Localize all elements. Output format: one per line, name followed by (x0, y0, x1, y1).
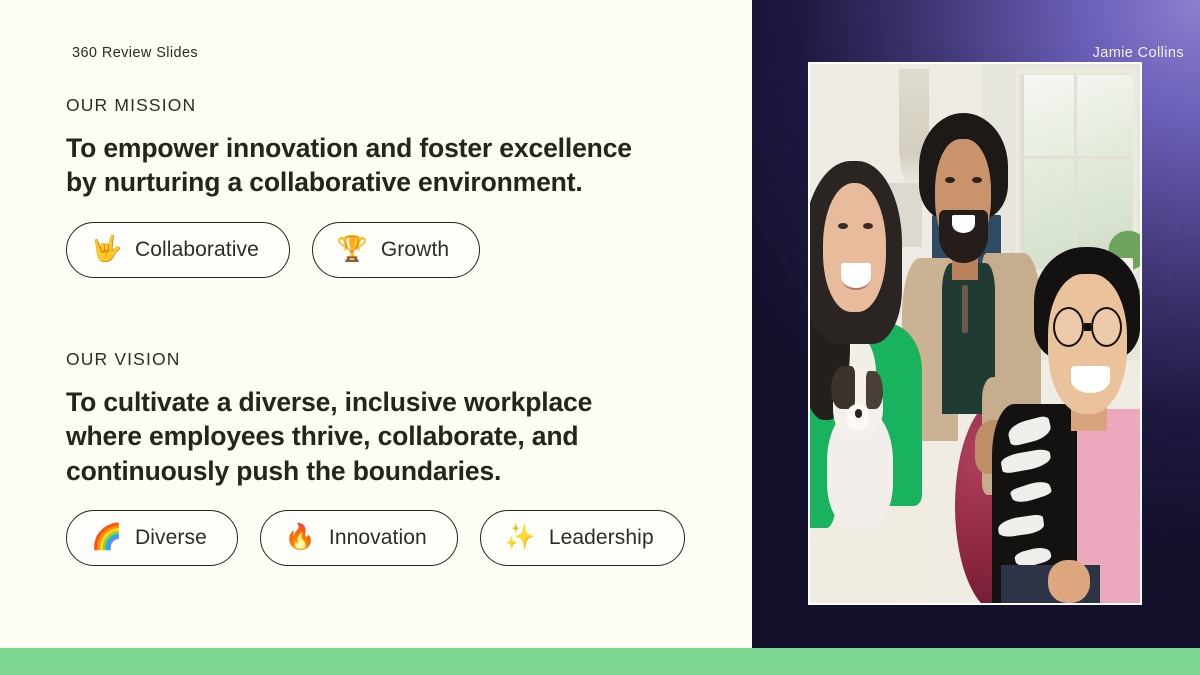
section-eyebrow-vision: OUR VISION (66, 349, 181, 369)
love-you-gesture-emoji: 🤟 (91, 235, 123, 264)
photo-person2-eye (971, 177, 982, 184)
chip-collaborative[interactable]: 🤟 Collaborative (66, 221, 290, 278)
chip-innovation[interactable]: 🔥 Innovation (259, 509, 458, 566)
team-photo (810, 64, 1140, 603)
chip-label: Growth (380, 237, 450, 261)
chip-diverse[interactable]: 🌈 Diverse (66, 509, 238, 566)
photo-dog-ear (866, 371, 883, 409)
chip-label: Innovation (328, 525, 427, 549)
chip-label: Collaborative (135, 237, 259, 261)
chip-label: Leadership (548, 525, 654, 549)
photo-person3-hand (1047, 559, 1091, 603)
bottom-accent-strip (0, 648, 1200, 675)
photo-person3-glasses-bridge (1083, 322, 1092, 332)
right-photo-panel: Jamie Collins (752, 0, 1200, 648)
chip-row-vision: 🌈 Diverse 🔥 Innovation ✨ Leadership (66, 509, 746, 566)
section-eyebrow-mission: OUR MISSION (66, 95, 197, 115)
photo-person1-smile (841, 263, 872, 290)
statement-line: by nurturing a collaborative environment… (66, 167, 583, 198)
statement-line: To cultivate a diverse, inclusive workpl… (66, 387, 593, 418)
rainbow-emoji: 🌈 (91, 523, 123, 552)
section-mission: OUR MISSION To empower innovation and fo… (66, 95, 746, 278)
photo-person1-face (823, 182, 886, 312)
chip-label: Diverse (135, 525, 207, 549)
statement-line: To empower innovation and foster excelle… (66, 133, 632, 164)
chip-row-mission: 🤟 Collaborative 🏆 Growth (66, 221, 746, 278)
chip-growth[interactable]: 🏆 Growth (311, 221, 481, 278)
photo-person3-smile (1070, 365, 1111, 393)
chip-leadership[interactable]: ✨ Leadership (479, 509, 685, 566)
left-content-panel: 360 Review Slides OUR MISSION To empower… (0, 0, 752, 648)
photo-person3-glasses (1052, 306, 1084, 347)
presenter-name: Jamie Collins (1092, 45, 1184, 61)
photo-person3-glasses (1090, 306, 1122, 347)
slide-360-review: 360 Review Slides OUR MISSION To empower… (0, 0, 1200, 675)
statement-line: where employees thrive, collaborate, and (66, 421, 579, 452)
section-vision: OUR VISION To cultivate a diverse, inclu… (66, 349, 746, 566)
section-statement-mission: To empower innovation and foster excelle… (66, 131, 706, 199)
team-photo-frame (808, 62, 1142, 605)
deck-title: 360 Review Slides (72, 45, 199, 61)
photo-person3-face (1047, 274, 1127, 415)
statement-line: continuously push the boundaries. (66, 455, 502, 486)
photo-person2-necklace (961, 284, 969, 334)
sparkles-emoji: ✨ (504, 523, 536, 552)
section-statement-vision: To cultivate a diverse, inclusive workpl… (66, 385, 706, 488)
trophy-emoji: 🏆 (336, 235, 369, 264)
fire-emoji: 🔥 (284, 523, 317, 552)
photo-dog-ear (831, 365, 855, 409)
photo-dog-nose (854, 408, 863, 418)
